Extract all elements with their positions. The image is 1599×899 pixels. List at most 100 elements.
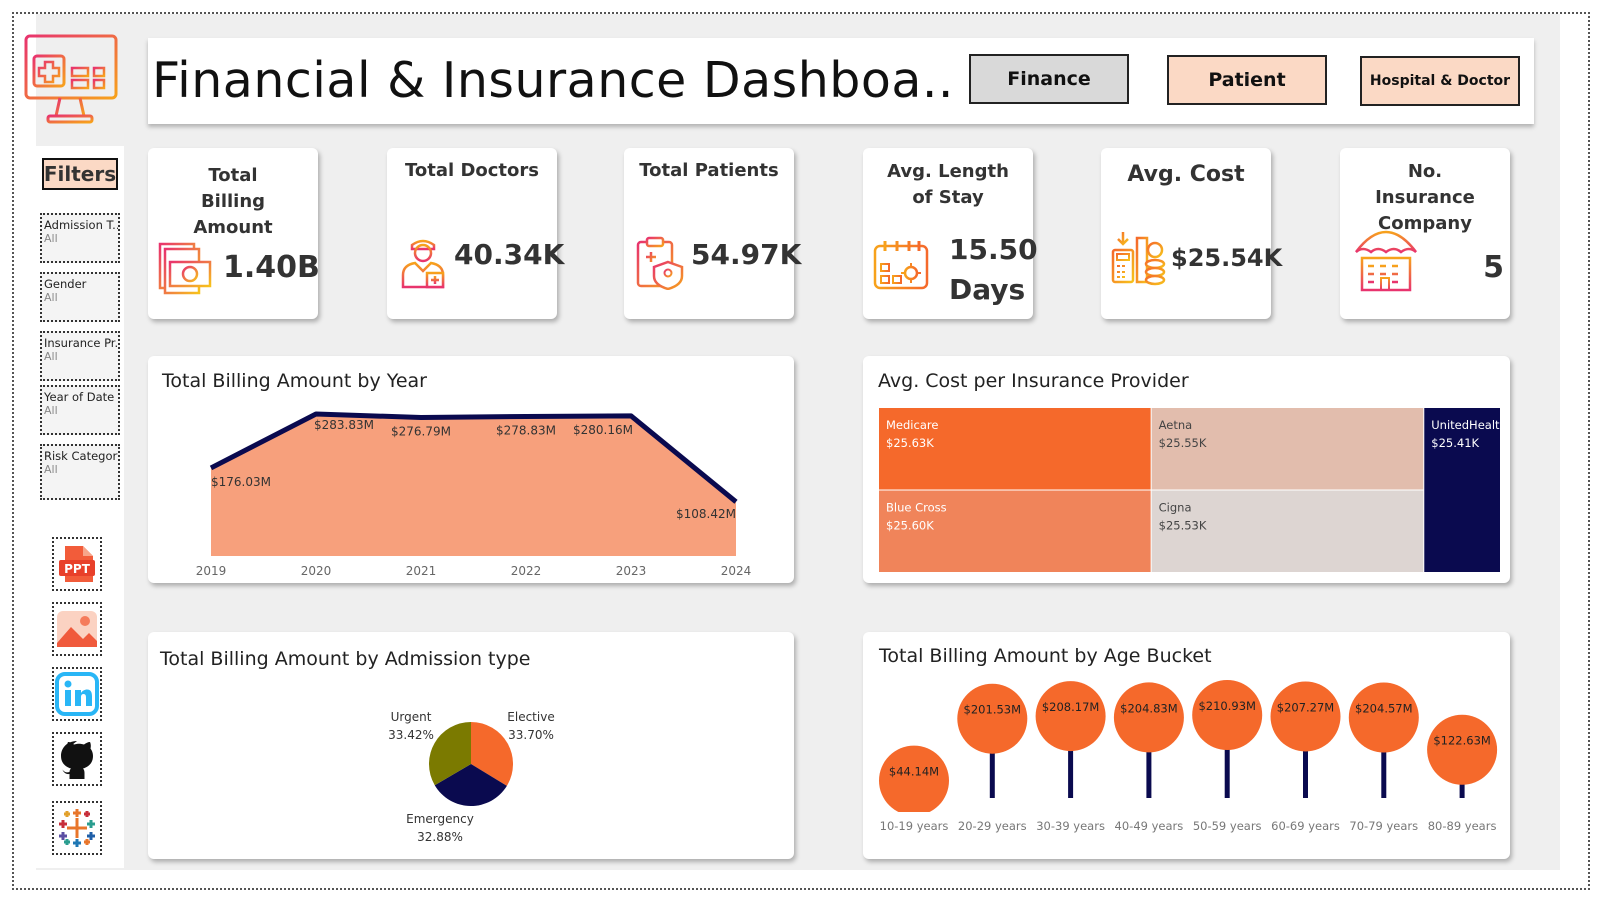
x-tick-label: 2019: [196, 564, 227, 578]
lollipop-head: [1192, 680, 1263, 750]
x-tick-label: 60-69 years: [1271, 819, 1340, 833]
filter-label: Insurance Pr..: [44, 336, 118, 350]
filter-label: Risk Category: [44, 449, 118, 463]
x-tick-label: 2020: [301, 564, 332, 578]
filter-gender[interactable]: Gender All: [40, 272, 120, 322]
kpi-insurance-companies: No. Insurance Company 5: [1340, 148, 1510, 319]
lollipop-head: [1427, 714, 1498, 785]
kpi-value: 54.97K: [691, 238, 802, 271]
svg-text:PPT: PPT: [64, 562, 91, 576]
filter-value: All: [44, 291, 58, 304]
treemap-cell-name: Blue Cross: [886, 501, 947, 515]
treemap-chart: Medicare $25.63K Blue Cross $25.60K Aetna $25…: [879, 408, 1510, 572]
treemap-cell-name: Cigna: [1159, 501, 1192, 515]
kpi-title: Total Patients: [639, 160, 779, 181]
cash-icon: [156, 240, 214, 302]
github-icon[interactable]: [52, 732, 102, 786]
treemap-cell: [1424, 408, 1500, 572]
lollipop-head: [879, 745, 949, 816]
nav-patient-button[interactable]: Patient: [1167, 55, 1327, 105]
kpi-length-of-stay: Avg. Length of Stay 15.50 Days: [863, 148, 1038, 319]
kpi-total-patients: Total Patients 54.97K: [624, 148, 801, 319]
data-label: $44.14M: [889, 765, 939, 779]
x-tick-label: 2021: [406, 564, 437, 578]
x-tick-label: 2022: [511, 564, 542, 578]
kpi-title: Total Billing Amount: [193, 165, 273, 238]
pie-label-name: Urgent: [391, 710, 432, 724]
panel-age-bucket: Total Billing Amount by Age Bucket $44.1…: [863, 632, 1510, 859]
data-label: $201.53M: [964, 703, 1021, 717]
filter-year[interactable]: Year of Date .. All: [40, 385, 120, 435]
x-tick-label: 30-39 years: [1036, 819, 1105, 833]
x-tick-label: 20-29 years: [958, 819, 1027, 833]
panel-admission-type: Total Billing Amount by Admission type E…: [148, 632, 794, 859]
pie-label-value: 33.42%: [388, 728, 434, 742]
kpi-total-billing: Total Billing Amount 1.40B: [148, 148, 320, 319]
treemap-cell-name: Medicare: [886, 418, 938, 432]
data-label: $280.16M: [573, 423, 633, 437]
page-title: Financial & Insurance Dashboa..: [152, 52, 955, 109]
lollipop-head: [1270, 681, 1341, 752]
kpi-total-doctors: Total Doctors 40.34K: [387, 148, 564, 319]
data-label: $210.93M: [1198, 699, 1255, 713]
calendar-icon: [871, 236, 931, 298]
umbrella-building-icon: [1354, 218, 1418, 296]
x-tick-label: 2024: [721, 564, 752, 578]
treemap-cell-value: $25.60K: [886, 519, 934, 533]
pie-label-value: 33.70%: [508, 728, 554, 742]
data-label: $176.03M: [211, 475, 271, 489]
tableau-icon[interactable]: [52, 801, 102, 855]
data-label: $207.27M: [1277, 700, 1334, 714]
x-tick-label: 40-49 years: [1115, 819, 1184, 833]
filter-value: All: [44, 404, 58, 417]
data-label: $108.42M: [676, 507, 736, 521]
x-tick-label: 70-79 years: [1349, 819, 1418, 833]
filter-label: Admission T..: [44, 218, 118, 232]
kpi-value: 5: [1483, 250, 1504, 285]
data-label: $122.63M: [1433, 734, 1490, 748]
x-tick-label: 2023: [616, 564, 647, 578]
treemap-cell-value: $25.53K: [1159, 519, 1207, 533]
filter-insurance-provider[interactable]: Insurance Pr.. All: [40, 331, 120, 381]
lollipop-head: [1113, 682, 1184, 753]
lollipop-head: [957, 683, 1028, 754]
data-label: $204.57M: [1355, 702, 1412, 716]
nav-hospital-doctor-button[interactable]: Hospital & Doctor: [1360, 56, 1520, 106]
lollipop-chart: $44.14M 10-19 years $201.53M 20-29 years $20…: [863, 680, 1510, 833]
nav-finance-button[interactable]: Finance: [969, 54, 1129, 104]
treemap-cell-value: $25.41K: [1431, 436, 1479, 450]
monitor-medical-logo-icon: [20, 32, 120, 128]
kpi-value: 40.34K: [454, 238, 565, 271]
doctor-icon: [395, 233, 451, 295]
pie-label-name: Elective: [507, 710, 554, 724]
x-tick-label: 50-59 years: [1193, 819, 1262, 833]
panel-billing-by-year: Total Billing Amount by Year $176.03M 201…: [148, 356, 794, 583]
kpi-avg-cost: Avg. Cost $25.54K: [1101, 148, 1282, 319]
filter-value: All: [44, 232, 58, 245]
treemap-cell-name: UnitedHealthcare: [1431, 418, 1510, 432]
ppt-icon[interactable]: PPT: [52, 537, 102, 591]
lollipop-head: [1348, 682, 1419, 753]
data-label: $276.79M: [391, 425, 451, 439]
patient-clipboard-icon: [632, 234, 688, 294]
filter-label: Year of Date ..: [44, 390, 118, 404]
kpi-title: Total Doctors: [405, 160, 539, 181]
image-icon[interactable]: [52, 602, 102, 656]
filter-admission-type[interactable]: Admission T.. All: [40, 213, 120, 263]
treemap-cell-value: $25.63K: [886, 436, 934, 450]
pie-chart: Elective 33.70% Emergency 32.88% Urgent 33.42…: [388, 710, 555, 844]
filters-title: Filters: [42, 158, 118, 190]
x-tick-label: 10-19 years: [880, 819, 949, 833]
linkedin-icon[interactable]: [52, 667, 102, 721]
kpi-title: Avg. Length of Stay: [887, 161, 1009, 208]
kpi-value: 15.50 Days: [949, 233, 1038, 306]
x-tick-label: 80-89 years: [1428, 819, 1497, 833]
area-chart: $176.03M 2019 $283.83M 2020 $276.79M 2021 $278…: [196, 411, 752, 578]
data-label: $204.83M: [1120, 701, 1177, 715]
data-label: $283.83M: [314, 418, 374, 432]
kpi-value: $25.54K: [1171, 244, 1283, 272]
filter-risk-category[interactable]: Risk Category All: [40, 444, 120, 500]
filter-label: Gender: [44, 277, 87, 291]
pie-label-value: 32.88%: [417, 830, 463, 844]
coins-calculator-icon: [1111, 230, 1167, 290]
